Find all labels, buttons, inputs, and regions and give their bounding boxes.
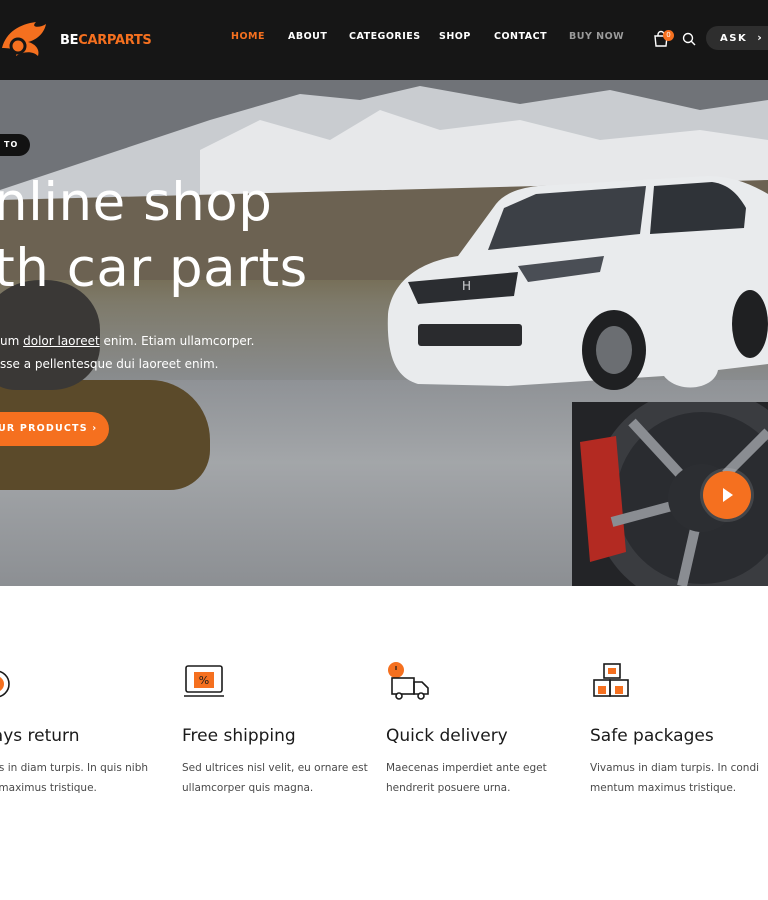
hero-description: um dolor laoreet enim. Etiam ullamcorper… (0, 330, 290, 376)
delivery-truck-icon (388, 662, 429, 700)
chevron-right-icon: › (757, 31, 764, 44)
logo-text-prefix: BE (60, 32, 79, 48)
svg-text:%: % (199, 674, 209, 687)
hero-title-line-1: nline shop (0, 172, 273, 233)
hero-description-line-1: um dolor laoreet enim. Etiam ullamcorper… (0, 330, 290, 353)
feature-text: Vivamus in diam turpis. In condi mentum … (590, 762, 760, 794)
car-image: H (387, 176, 768, 390)
hero-description-line-2: sse a pellentesque dui laoreet enim. (0, 357, 219, 371)
feature-title: days return (0, 726, 80, 746)
cart-count-badge: 0 (663, 30, 674, 41)
feature-text: Maecenas imperdiet ante eget hendrerit p… (386, 762, 547, 794)
nav-shop[interactable]: SHOP (439, 31, 471, 42)
feature-title: Free shipping (182, 726, 296, 746)
feature-quick-delivery: Quick delivery Maecenas imperdiet ante e… (386, 660, 576, 798)
hero-text-link[interactable]: dolor laoreet (23, 334, 100, 348)
ask-button[interactable]: ASK › (706, 26, 768, 50)
feature-safe-packages: Safe packages Vivamus in diam turpis. In… (590, 660, 768, 798)
logo-text-suffix: CARPARTS (78, 32, 152, 48)
svg-text:H: H (462, 279, 471, 293)
site-header: BECARPARTS HOME ABOUT CATEGORIES SHOP CO… (0, 0, 768, 80)
feature-title: Quick delivery (386, 726, 508, 746)
hero-text-prefix: um (0, 334, 24, 348)
nav-home[interactable]: HOME (231, 31, 265, 42)
hero-title-line-2: th car parts (0, 238, 308, 299)
hero-banner: H TO nline shop th car parts um dolor la… (0, 80, 768, 586)
nav-about[interactable]: ABOUT (288, 31, 327, 42)
nav-contact[interactable]: CONTACT (494, 31, 547, 42)
stopwatch-icon (0, 670, 10, 698)
hero-text-suffix: enim. Etiam ullamcorper. (99, 334, 255, 348)
feature-text: mus in diam turpis. In quis nibh na maxi… (0, 762, 149, 794)
feature-text: Sed ultrices nisl velit, eu ornare est u… (182, 762, 368, 794)
feature-title: Safe packages (590, 726, 714, 746)
ask-button-label: ASK (720, 33, 748, 44)
nav-categories[interactable]: CATEGORIES (349, 31, 421, 42)
nav-buy-now[interactable]: BUY NOW (569, 31, 624, 42)
boxes-icon (593, 663, 629, 697)
laptop-discount-icon: % (184, 665, 224, 697)
hero-title: nline shop th car parts (0, 170, 414, 302)
flame-logo-icon (2, 22, 46, 56)
search-icon[interactable] (682, 32, 696, 46)
features-section: days return mus in diam turpis. In quis … (0, 586, 768, 900)
feature-free-shipping: % Free shipping Sed ultrices nisl velit,… (182, 660, 372, 798)
logo[interactable]: BECARPARTS (0, 18, 152, 62)
feature-returns: days return mus in diam turpis. In quis … (0, 660, 172, 798)
play-button[interactable] (703, 471, 751, 519)
video-thumbnail[interactable] (572, 402, 768, 586)
hero-tag: TO (0, 134, 31, 156)
play-icon (723, 488, 733, 502)
logo-text: BECARPARTS (60, 32, 152, 48)
products-button[interactable]: UR PRODUCTS › (0, 412, 109, 446)
